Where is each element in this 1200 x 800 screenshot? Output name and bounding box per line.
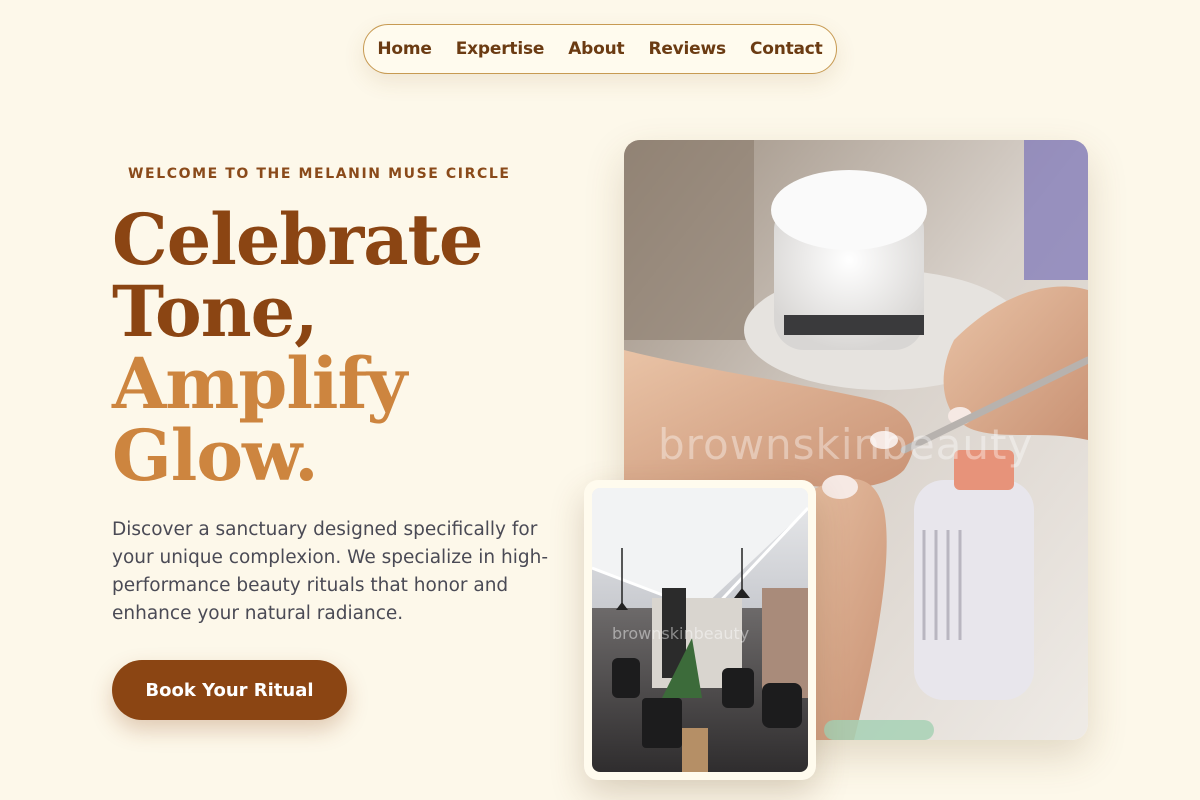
nav-expertise-link[interactable]: Expertise [456,39,545,59]
salon-interior-photo: brownskinbeauty [592,488,808,772]
nav-contact-link[interactable]: Contact [750,39,823,59]
main-photo-watermark: brownskinbeauty [658,420,1034,469]
nav-reviews-link[interactable]: Reviews [648,39,726,59]
headline-line-1: Celebrate [112,198,483,281]
nav-about-link[interactable]: About [568,39,624,59]
hero-headline: Celebrate Tone, Amplify Glow. [112,204,552,492]
hero-eyebrow: WELCOME TO THE MELANIN MUSE CIRCLE [128,166,511,182]
book-ritual-button[interactable]: Book Your Ritual [112,660,347,720]
headline-line-2: Tone, [112,270,319,353]
hero-description: Discover a sanctuary designed specifical… [112,519,549,624]
inset-photo-watermark: brownskinbeauty [612,624,750,643]
landing-page: Home Expertise About Reviews Contact WEL… [0,0,1200,800]
nav-home-link[interactable]: Home [377,39,432,59]
salon-photo-card: brownskinbeauty [584,480,816,780]
top-nav: Home Expertise About Reviews Contact [363,24,837,74]
headline-line-4: Glow. [112,414,319,497]
headline-line-3: Amplify [112,342,407,425]
